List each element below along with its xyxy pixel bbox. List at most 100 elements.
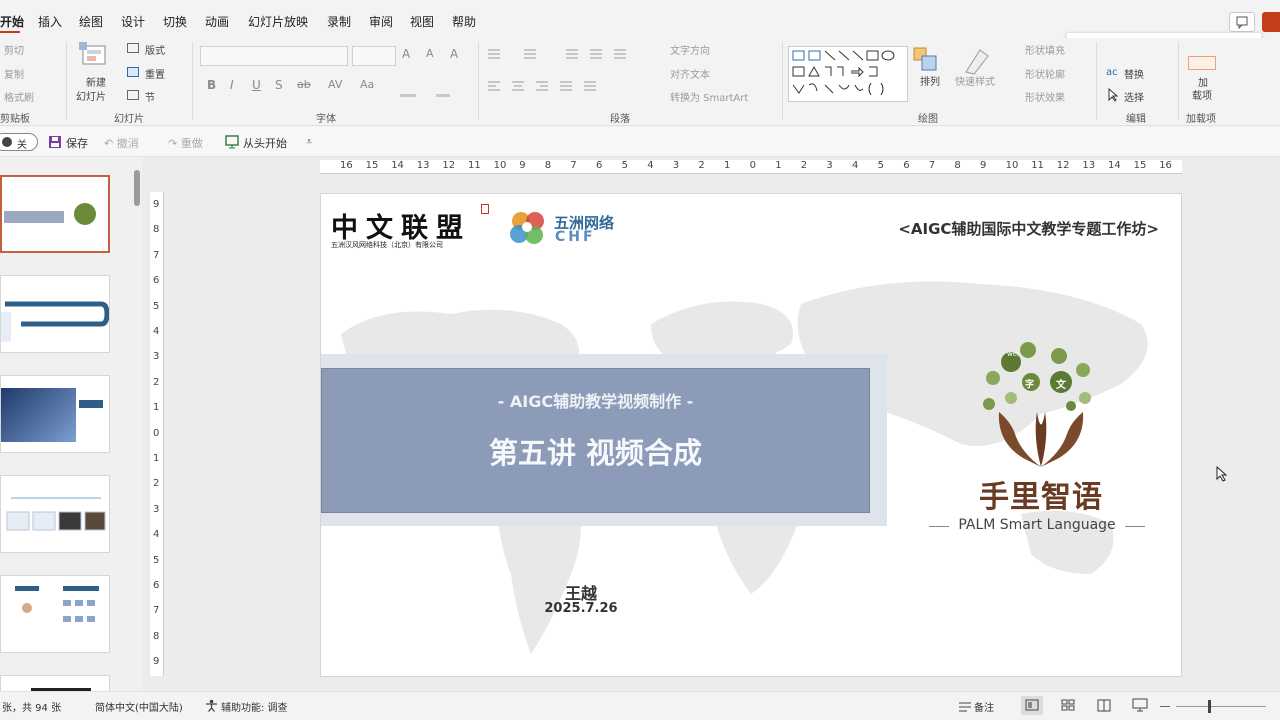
tab-transitions[interactable]: 切换	[163, 13, 187, 30]
lecture-title: 第五讲 视频合成	[488, 436, 703, 470]
font-color-icon[interactable]	[436, 94, 450, 97]
slide-thumbnail-4[interactable]	[0, 475, 110, 553]
tab-review[interactable]: 审阅	[369, 13, 393, 30]
ruler-tick-label: 15	[1133, 160, 1147, 171]
slide-sorter-button[interactable]	[1057, 696, 1079, 715]
scrollbar-thumb[interactable]	[134, 170, 140, 206]
thumb-people-grid	[15, 586, 99, 622]
shape-fill-button[interactable]: 形状填充	[1025, 42, 1065, 57]
leaf-label-zi: 字	[1025, 380, 1035, 390]
select-button[interactable]: 选择	[1124, 89, 1144, 104]
save-button[interactable]: 保存	[66, 135, 88, 151]
notes-button[interactable]: 备注	[974, 699, 994, 714]
tab-view[interactable]: 视图	[410, 13, 434, 30]
arrange-icon	[913, 47, 937, 71]
language-status[interactable]: 简体中文(中国大陆)	[95, 699, 183, 714]
lecture-subtitle: - AIGC辅助教学视频制作 -	[497, 392, 694, 411]
text-direction-button[interactable]: 文字方向	[670, 42, 710, 57]
arrange-button[interactable]	[912, 46, 942, 76]
tab-help[interactable]: 帮助	[452, 13, 476, 30]
format-painter-button[interactable]: 格式刷	[4, 89, 34, 104]
shape-outline-button[interactable]: 形状轮廓	[1025, 66, 1065, 81]
redo-button[interactable]: ↷ 重做	[168, 135, 203, 151]
drawing-group-label: 绘图	[918, 114, 938, 125]
normal-view-button[interactable]	[1021, 696, 1043, 715]
addins-icon[interactable]	[1188, 56, 1216, 70]
ruler-tick-label: 7	[570, 160, 577, 171]
copy-button[interactable]: 复制	[4, 66, 24, 81]
tab-home[interactable]: 开始	[0, 13, 24, 30]
slide-sorter-icon	[1061, 699, 1075, 711]
zoom-out-button[interactable]	[1160, 706, 1170, 707]
font-family-select[interactable]	[200, 46, 348, 66]
zoom-slider-thumb[interactable]	[1208, 700, 1211, 713]
tab-animations[interactable]: 动画	[205, 13, 229, 30]
change-case-button[interactable]: Aa	[360, 78, 374, 91]
ruler-tick-label: 11	[1031, 160, 1044, 171]
replace-button[interactable]: 替换	[1124, 66, 1144, 81]
section-icon	[127, 90, 139, 100]
ruler-tick-label: 1	[724, 160, 731, 171]
ruler-tick-label: 7	[928, 160, 936, 171]
strikethrough-button[interactable]: ab	[297, 78, 311, 91]
customize-qat-button[interactable]: ⩡	[306, 135, 312, 149]
accessibility-status[interactable]: 辅助功能: 调查	[221, 699, 288, 714]
slide-thumbnail-1[interactable]	[0, 175, 110, 253]
ruler-tick-label: 6	[153, 580, 160, 591]
ruler-tick-label: 2	[153, 376, 160, 388]
ruler-tick-label: 9	[980, 160, 987, 171]
tab-design[interactable]: 设计	[121, 13, 145, 30]
align-text-button[interactable]: 对齐文本	[670, 66, 710, 81]
slide-thumbnail-2[interactable]	[0, 275, 110, 353]
comments-button[interactable]	[1229, 12, 1255, 32]
grow-font-button[interactable]: A	[402, 47, 410, 61]
zoom-slider-track[interactable]	[1176, 706, 1266, 707]
ruler-tick-label: 15	[365, 160, 379, 171]
new-slide-button[interactable]: 新建 幻灯片	[74, 40, 118, 104]
reset-button[interactable]: 重置	[145, 66, 165, 81]
ruler-tick-label: 2	[153, 478, 160, 490]
char-spacing-button[interactable]: AV	[328, 78, 342, 91]
slideshow-view-button[interactable]	[1129, 696, 1151, 715]
slide-canvas[interactable]: 中文联盟 五洲汉风网络科技（北京）有限公司 五洲网络 CHF <AIGC辅助国际…	[320, 193, 1182, 677]
convert-smartart-button[interactable]: 转换为 SmartArt	[670, 89, 748, 104]
slide-thumbnail-3[interactable]	[0, 375, 110, 453]
shrink-font-button[interactable]: A	[426, 47, 434, 60]
alignment-icons[interactable]	[486, 80, 626, 92]
clear-format-button[interactable]: A	[450, 47, 458, 61]
autosave-toggle[interactable]: 关	[0, 133, 38, 151]
tab-draw[interactable]: 绘图	[79, 13, 103, 30]
ruler-tick-label: 0	[749, 160, 756, 171]
font-size-select[interactable]	[352, 46, 396, 66]
ruler-tick-label: 2	[698, 160, 705, 171]
tab-slideshow[interactable]: 幻灯片放映	[248, 13, 308, 30]
wuzhou-network-logo-abbr: CHF	[555, 229, 596, 245]
section-button[interactable]: 节	[145, 89, 155, 104]
thumbnails-scrollbar[interactable]	[133, 162, 141, 686]
undo-button[interactable]: ↶ 撤消	[104, 135, 139, 151]
highlight-color-icon[interactable]	[400, 94, 416, 97]
shapes-gallery[interactable]	[788, 46, 908, 102]
from-start-button[interactable]: 从头开始	[243, 135, 287, 151]
mouse-cursor-icon	[1216, 466, 1228, 482]
workshop-title: <AIGC辅助国际中文教学专题工作坊>	[898, 220, 1159, 238]
quick-styles-button[interactable]	[962, 46, 992, 76]
bullets-numbering-icons[interactable]	[486, 48, 646, 60]
shape-effects-button[interactable]: 形状效果	[1025, 89, 1065, 104]
ruler-tick-label: 13	[1082, 160, 1096, 171]
text-shadow-button[interactable]: S	[275, 78, 283, 92]
tab-record[interactable]: 录制	[327, 13, 351, 30]
cut-button[interactable]: 剪切	[4, 42, 24, 57]
ruler-tick-label: 4	[153, 529, 160, 541]
layout-button[interactable]: 版式	[145, 42, 165, 57]
zhongwen-lianmeng-subtitle: 五洲汉风网络科技（北京）有限公司	[331, 241, 443, 249]
italic-button[interactable]: I	[230, 78, 234, 92]
share-button[interactable]	[1262, 12, 1280, 32]
reading-view-button[interactable]	[1093, 696, 1115, 715]
ruler-tick-label: 14	[391, 160, 404, 171]
slide-thumbnail-5[interactable]	[0, 575, 110, 653]
tab-insert[interactable]: 插入	[38, 13, 62, 30]
bold-button[interactable]: B	[207, 78, 216, 92]
save-icon	[49, 136, 61, 148]
underline-button[interactable]: U	[252, 78, 261, 92]
